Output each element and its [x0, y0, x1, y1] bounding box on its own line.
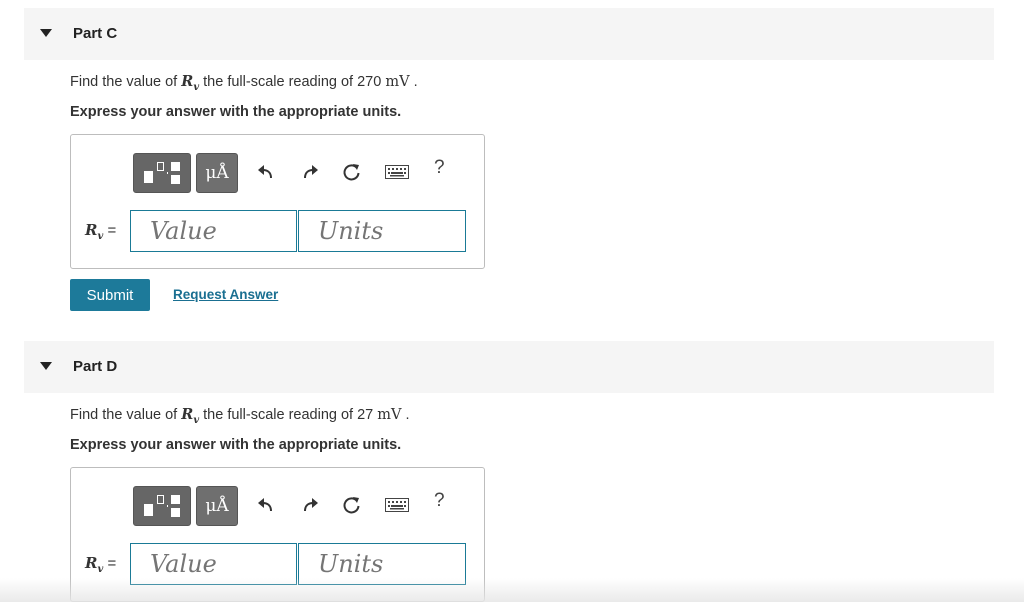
keyboard-button[interactable]	[384, 492, 410, 518]
help-icon[interactable]: ?	[434, 157, 445, 179]
unit: mV	[385, 74, 410, 90]
units-symbol: μÅ	[205, 163, 229, 183]
undo-icon	[258, 165, 272, 179]
value-input[interactable]	[130, 210, 297, 252]
undo-button[interactable]	[254, 159, 278, 185]
undo-button[interactable]	[254, 492, 278, 518]
request-answer-link[interactable]: Request Answer	[173, 287, 278, 302]
question-prompt: Find the value of Rv the full-scale read…	[70, 406, 410, 426]
unit: mV	[377, 407, 402, 423]
answer-label: Rv =	[85, 554, 117, 575]
undo-icon	[258, 498, 272, 512]
answer-box: μÅ ? Rv =	[70, 134, 485, 269]
keyboard-icon	[385, 165, 409, 179]
prompt-text: the full-scale reading of 270	[199, 74, 386, 90]
part-d-header[interactable]: Part D	[24, 341, 994, 393]
part-c-header[interactable]: Part C	[24, 8, 994, 60]
instruction: Express your answer with the appropriate…	[70, 104, 402, 120]
templates-button[interactable]	[133, 153, 191, 193]
units-symbol: μÅ	[205, 496, 229, 516]
redo-button[interactable]	[298, 159, 322, 185]
reset-button[interactable]	[340, 492, 364, 518]
units-button[interactable]: μÅ	[196, 486, 238, 526]
caret-down-icon[interactable]	[40, 29, 52, 37]
help-icon[interactable]: ?	[434, 490, 445, 512]
variable: Rv	[181, 73, 200, 93]
reset-icon	[343, 497, 360, 514]
keyboard-button[interactable]	[384, 159, 410, 185]
templates-button[interactable]	[133, 486, 191, 526]
question-prompt: Find the value of Rv the full-scale read…	[70, 73, 418, 93]
reset-button[interactable]	[340, 159, 364, 185]
keyboard-icon	[385, 498, 409, 512]
redo-icon	[304, 165, 318, 179]
part-title: Part C	[73, 25, 118, 42]
units-input[interactable]	[298, 210, 466, 252]
redo-icon	[304, 498, 318, 512]
answer-label: Rv =	[85, 221, 117, 242]
prompt-text: Find the value of	[70, 407, 182, 423]
units-button[interactable]: μÅ	[196, 153, 238, 193]
submit-button[interactable]: Submit	[70, 279, 150, 311]
caret-down-icon[interactable]	[40, 362, 52, 370]
variable: Rv	[181, 406, 200, 426]
part-title: Part D	[73, 358, 118, 375]
prompt-text: Find the value of	[70, 74, 182, 90]
bottom-fade	[0, 578, 1024, 602]
reset-icon	[343, 164, 360, 181]
redo-button[interactable]	[298, 492, 322, 518]
prompt-text: the full-scale reading of 27	[199, 407, 378, 423]
instruction: Express your answer with the appropriate…	[70, 437, 402, 453]
